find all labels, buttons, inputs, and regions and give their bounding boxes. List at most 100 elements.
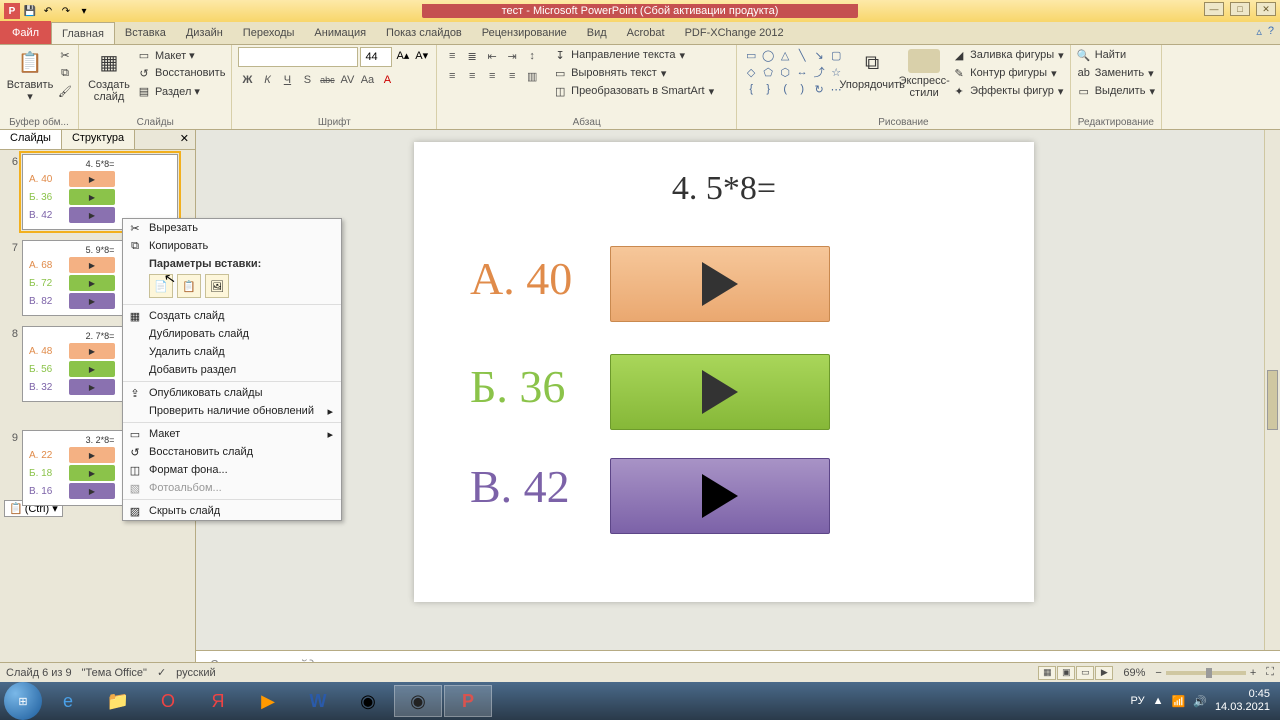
change-case-button[interactable]: Aa bbox=[358, 71, 376, 89]
ctx-publish[interactable]: ⇪Опубликовать слайды bbox=[123, 384, 341, 402]
tab-insert[interactable]: Вставка bbox=[115, 22, 176, 44]
ctx-hide[interactable]: ▨Скрыть слайд bbox=[123, 502, 341, 520]
tab-acrobat[interactable]: Acrobat bbox=[617, 22, 675, 44]
dec-indent-icon[interactable]: ⇤ bbox=[483, 47, 501, 65]
shrink-font-icon[interactable]: A▾ bbox=[413, 47, 430, 67]
find-button[interactable]: 🔍Найти bbox=[1077, 47, 1155, 63]
view-sorter-icon[interactable]: ▣ bbox=[1057, 666, 1075, 680]
select-button[interactable]: ▭Выделить▾ bbox=[1077, 83, 1155, 99]
ctx-copy[interactable]: ⧉Копировать bbox=[123, 237, 341, 255]
paste-opt-2[interactable]: 📋 bbox=[177, 274, 201, 298]
tb-explorer[interactable]: 📁 bbox=[94, 685, 142, 717]
tb-chrome[interactable]: ◉ bbox=[344, 685, 392, 717]
copy-button[interactable]: ⧉ bbox=[58, 65, 72, 81]
slide-canvas[interactable]: 4. 5*8= А. 40 Б. 36 В. 42 bbox=[414, 142, 1034, 602]
vertical-scrollbar[interactable] bbox=[1264, 130, 1280, 682]
tab-view[interactable]: Вид bbox=[577, 22, 617, 44]
tray-clock[interactable]: 0:4514.03.2021 bbox=[1215, 688, 1270, 714]
panel-close-icon[interactable]: ✕ bbox=[174, 130, 195, 149]
undo-icon[interactable]: ↶ bbox=[40, 3, 56, 19]
font-color-button[interactable]: A bbox=[378, 71, 396, 89]
maximize-button[interactable]: □ bbox=[1230, 2, 1250, 16]
tab-pdfxchange[interactable]: PDF-XChange 2012 bbox=[675, 22, 794, 44]
view-slideshow-icon[interactable]: ▶ bbox=[1095, 666, 1113, 680]
help-icon[interactable]: ? bbox=[1268, 25, 1274, 38]
tab-file[interactable]: Файл bbox=[0, 21, 51, 44]
tray-lang[interactable]: РУ bbox=[1131, 695, 1145, 707]
status-language[interactable]: русский bbox=[176, 667, 215, 679]
ctx-add-section[interactable]: Добавить раздел bbox=[123, 361, 341, 379]
save-icon[interactable]: 💾 bbox=[22, 3, 38, 19]
format-painter-button[interactable]: 🖌 bbox=[58, 83, 72, 99]
underline-button[interactable]: Ч bbox=[278, 71, 296, 89]
shapes-gallery[interactable]: ▭◯△╲↘▢ ◇⬠⬡↔⤴☆ {}()↻⋯ bbox=[743, 47, 844, 97]
text-direction-button[interactable]: ↧Направление текста▾ bbox=[553, 47, 714, 63]
tb-powerpoint[interactable]: P bbox=[444, 685, 492, 717]
char-spacing-button[interactable]: AV bbox=[338, 71, 356, 89]
tb-obs[interactable]: ◉ bbox=[394, 685, 442, 717]
zoom-slider[interactable]: − + bbox=[1155, 667, 1256, 679]
reset-button[interactable]: ↺Восстановить bbox=[137, 65, 225, 81]
tab-review[interactable]: Рецензирование bbox=[472, 22, 577, 44]
minimize-button[interactable]: — bbox=[1204, 2, 1224, 16]
align-left-icon[interactable]: ≡ bbox=[443, 67, 461, 85]
redo-icon[interactable]: ↷ bbox=[58, 3, 74, 19]
status-spellcheck-icon[interactable]: ✓ bbox=[157, 666, 166, 679]
view-normal-icon[interactable]: ▦ bbox=[1038, 666, 1056, 680]
ctx-layout[interactable]: ▭Макет bbox=[123, 425, 341, 443]
view-reading-icon[interactable]: ▭ bbox=[1076, 666, 1094, 680]
ctx-new-slide[interactable]: ▦Создать слайд bbox=[123, 307, 341, 325]
align-right-icon[interactable]: ≡ bbox=[483, 67, 501, 85]
outline-tab-structure[interactable]: Структура bbox=[62, 130, 135, 149]
grow-font-icon[interactable]: A▴ bbox=[394, 47, 411, 67]
tb-yandex[interactable]: Я bbox=[194, 685, 242, 717]
fit-window-icon[interactable]: ⛶ bbox=[1266, 666, 1274, 679]
shape-effects-button[interactable]: ✦Эффекты фигур▾ bbox=[952, 83, 1064, 99]
align-center-icon[interactable]: ≡ bbox=[463, 67, 481, 85]
tab-animation[interactable]: Анимация bbox=[304, 22, 376, 44]
ctx-bg-format[interactable]: ◫Формат фона... bbox=[123, 461, 341, 479]
inc-indent-icon[interactable]: ⇥ bbox=[503, 47, 521, 65]
paste-button[interactable]: 📋Вставить▾ bbox=[6, 47, 54, 105]
tb-opera[interactable]: O bbox=[144, 685, 192, 717]
replace-button[interactable]: abЗаменить▾ bbox=[1077, 65, 1155, 81]
shadow-button[interactable]: S bbox=[298, 71, 316, 89]
tab-home[interactable]: Главная bbox=[51, 22, 115, 44]
line-spacing-icon[interactable]: ↕ bbox=[523, 47, 541, 65]
font-family-input[interactable] bbox=[238, 47, 358, 67]
ctx-cut[interactable]: ✂Вырезать bbox=[123, 219, 341, 237]
tray-sound-icon[interactable]: 🔊 bbox=[1193, 695, 1207, 708]
shape-fill-button[interactable]: ◢Заливка фигуры▾ bbox=[952, 47, 1064, 63]
bold-button[interactable]: Ж bbox=[238, 71, 256, 89]
paste-opt-3[interactable]: 🖼 bbox=[205, 274, 229, 298]
qat-more-icon[interactable]: ▾ bbox=[76, 3, 92, 19]
new-slide-button[interactable]: ▦Создать слайд bbox=[85, 47, 133, 105]
ctx-restore[interactable]: ↺Восстановить слайд bbox=[123, 443, 341, 461]
ribbon-minimize-icon[interactable]: ▵ bbox=[1256, 25, 1262, 38]
cut-button[interactable]: ✂ bbox=[58, 47, 72, 63]
ctx-duplicate[interactable]: Дублировать слайд bbox=[123, 325, 341, 343]
align-text-button[interactable]: ▭Выровнять текст▾ bbox=[553, 65, 714, 81]
smartart-button[interactable]: ◫Преобразовать в SmartArt▾ bbox=[553, 83, 714, 99]
italic-button[interactable]: К bbox=[258, 71, 276, 89]
justify-icon[interactable]: ≡ bbox=[503, 67, 521, 85]
answer-c-button[interactable] bbox=[610, 458, 830, 534]
tab-design[interactable]: Дизайн bbox=[176, 22, 233, 44]
strike-button[interactable]: abc bbox=[318, 71, 336, 89]
start-button[interactable]: ⊞ bbox=[4, 682, 42, 720]
section-button[interactable]: ▤Раздел ▾ bbox=[137, 83, 225, 99]
tb-ie[interactable]: e bbox=[44, 685, 92, 717]
answer-a-button[interactable] bbox=[610, 246, 830, 322]
slide-canvas-area[interactable]: 4. 5*8= А. 40 Б. 36 В. 42 bbox=[196, 130, 1280, 682]
tb-word[interactable]: W bbox=[294, 685, 342, 717]
ctx-delete[interactable]: Удалить слайд bbox=[123, 343, 341, 361]
tab-transitions[interactable]: Переходы bbox=[233, 22, 305, 44]
ctx-check-updates[interactable]: Проверить наличие обновлений bbox=[123, 402, 341, 420]
outline-tab-slides[interactable]: Слайды bbox=[0, 130, 62, 149]
close-button[interactable]: ✕ bbox=[1256, 2, 1276, 16]
tab-slideshow[interactable]: Показ слайдов bbox=[376, 22, 472, 44]
numbering-icon[interactable]: ≣ bbox=[463, 47, 481, 65]
tray-flag-icon[interactable]: ▲ bbox=[1153, 695, 1164, 707]
arrange-button[interactable]: ⧉Упорядочить bbox=[848, 47, 896, 93]
layout-button[interactable]: ▭Макет ▾ bbox=[137, 47, 225, 63]
